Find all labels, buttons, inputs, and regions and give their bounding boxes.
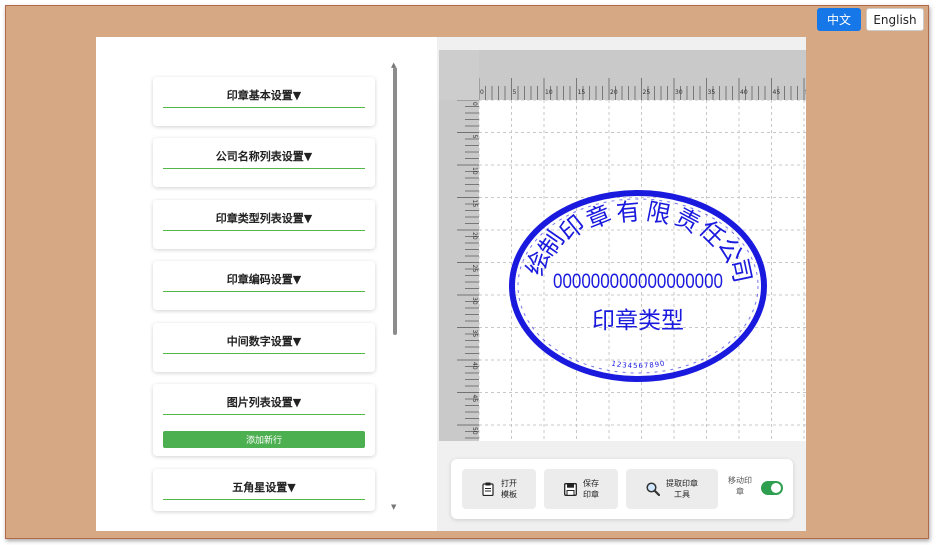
section-title[interactable]: 图片列表设置▼ [153,394,375,410]
section-title[interactable]: 印章基本设置▼ [153,87,375,103]
ruler-tick-label: 0 [480,89,484,96]
extract-stamp-tool-button[interactable]: 提取印章 工具 [626,469,718,509]
floppy-disk-icon [563,482,577,496]
stamp-bottom-digit: 5 [633,362,638,370]
ruler-tick-label: 25 [471,265,478,273]
scrollbar-thumb[interactable] [393,67,397,335]
bottom-toolbar: 打开 模板 保存 印章 提取印章 工具 移动印 章 [451,459,793,519]
ruler-tick-label: 5 [471,135,478,139]
stamp-bottom-digit: 7 [644,362,649,370]
section-star-settings[interactable]: 五角星设置▼ [153,469,375,511]
ruler-tick-label: 0 [471,102,478,106]
main-panel: 印章基本设置▼ 公司名称列表设置▼ 印章类型列表设置▼ 印章编码设置▼ 中间数字… [96,37,806,531]
section-divider [163,499,365,500]
stamp-canvas[interactable]: 0510152025303540455 05101520253035404550… [439,50,806,441]
stamp-company-char: 有 [615,197,641,227]
left-ruler [439,50,479,441]
toggle-knob [771,483,781,493]
section-divider [163,230,365,231]
magnifier-icon [646,482,660,496]
section-image-list[interactable]: 图片列表设置▼ 添加新行 [153,384,375,456]
section-title[interactable]: 中间数字设置▼ [153,333,375,349]
scroll-down-arrow-icon[interactable]: ▼ [391,503,396,511]
open-template-button[interactable]: 打开 模板 [462,469,536,509]
stamp-bottom-code: 1234567890 [611,360,666,370]
section-divider [163,107,365,108]
stamp-code-text: 000000000000000000 [553,270,723,293]
ruler-tick-label: 30 [675,89,683,96]
ruler-tick-label: 40 [471,362,478,370]
ruler-tick-label: 35 [708,89,716,96]
ruler-tick-label: 35 [471,330,478,338]
clipboard-icon [481,482,495,496]
section-stamp-code[interactable]: 印章编码设置▼ [153,261,375,310]
section-title[interactable]: 五角星设置▼ [153,479,375,495]
ruler-tick-label: 40 [740,89,748,96]
section-basic-settings[interactable]: 印章基本设置▼ [153,77,375,126]
canvas-svg: 0510152025303540455 05101520253035404550… [439,50,806,441]
save-stamp-label: 保存 印章 [583,479,599,499]
settings-column: 印章基本设置▼ 公司名称列表设置▼ 印章类型列表设置▼ 印章编码设置▼ 中间数字… [96,37,436,531]
move-stamp-toggle[interactable] [761,481,783,495]
add-new-row-button[interactable]: 添加新行 [163,431,365,448]
ruler-tick-label: 15 [471,200,478,208]
section-title[interactable]: 印章编码设置▼ [153,271,375,287]
save-stamp-button[interactable]: 保存 印章 [544,469,618,509]
ruler-tick-label: 30 [471,297,478,305]
section-title[interactable]: 印章类型列表设置▼ [153,210,375,226]
lang-english-button[interactable]: English [866,8,924,31]
ruler-tick-label: 25 [643,89,651,96]
stamp-type-text: 印章类型 [592,308,684,334]
ruler-tick-label: 5 [805,89,806,96]
ruler-tick-label: 15 [578,89,586,96]
extract-stamp-label: 提取印章 工具 [666,479,698,499]
ruler-corner [439,50,479,100]
preview-column: 0510152025303540455 05101520253035404550… [437,37,806,531]
ruler-tick-label: 45 [773,89,781,96]
top-ruler [439,50,806,100]
section-divider [163,414,365,415]
ruler-tick-label: 50 [471,427,478,435]
ruler-tick-label: 10 [471,167,478,175]
section-stamp-type-list[interactable]: 印章类型列表设置▼ [153,200,375,249]
section-title[interactable]: 公司名称列表设置▼ [153,148,375,164]
ruler-tick-label: 20 [610,89,618,96]
ruler-tick-label: 5 [513,89,517,96]
section-company-name-list[interactable]: 公司名称列表设置▼ [153,138,375,187]
open-template-label: 打开 模板 [501,479,517,499]
ruler-tick-label: 10 [545,89,553,96]
ruler-tick-label: 45 [471,395,478,403]
lang-chinese-button[interactable]: 中文 [817,8,861,31]
section-divider [163,353,365,354]
section-middle-number[interactable]: 中间数字设置▼ [153,323,375,372]
ruler-tick-label: 20 [471,232,478,240]
section-divider [163,291,365,292]
section-divider [163,168,365,169]
move-stamp-label: 移动印 章 [728,476,752,496]
